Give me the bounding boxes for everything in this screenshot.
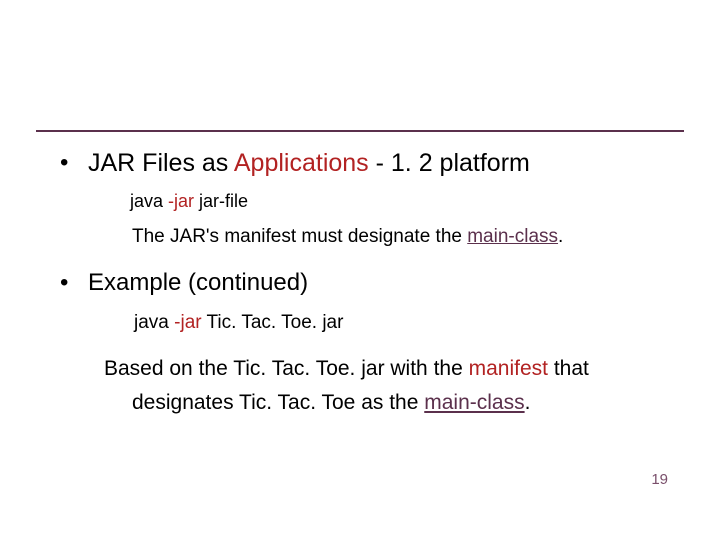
bullet-1-text: JAR Files as Applications - 1. 2 platfor… [88,148,530,178]
subline-command-2: java -jar Tic. Tac. Toe. jar [134,310,670,336]
bullet-marker: • [60,148,88,178]
text-fragment: Tic. Tac. Toe. jar [202,312,344,333]
text-fragment: Based on the Tic. Tac. Toe. jar with the [104,357,469,380]
subline-command-1: java -jar jar-file [130,188,670,214]
content-area: • JAR Files as Applications - 1. 2 platf… [60,148,670,420]
subline-manifest-note: The JAR's manifest must designate the ma… [132,224,670,250]
text-fragment: JAR Files as [88,149,234,177]
paragraph-line-2: designates Tic. Tac. Toe as the main-cla… [104,386,660,420]
page-number: 19 [651,471,668,488]
text-fragment: designates Tic. Tac. Toe as the [132,391,424,414]
text-fragment: The JAR's manifest must designate the [132,226,467,247]
bullet-2: • Example (continued) [60,268,670,298]
text-fragment: . [525,391,531,414]
emphasis-underline: main-class [467,226,558,247]
text-fragment: java [130,191,168,211]
text-fragment: that [548,357,589,380]
emphasis-underline: main-class [424,391,524,414]
text-fragment: . [558,226,563,247]
text-fragment: java [134,312,174,333]
bullet-2-text: Example (continued) [88,268,308,298]
slide: • JAR Files as Applications - 1. 2 platf… [0,0,720,540]
text-fragment: - 1. 2 platform [369,149,530,177]
text-fragment: jar-file [194,191,248,211]
bullet-marker: • [60,268,88,298]
flag-text: -jar [174,312,201,333]
emphasis-text: manifest [469,357,548,380]
divider-line [36,130,684,132]
flag-text: -jar [168,191,194,211]
explanation-paragraph: Based on the Tic. Tac. Toe. jar with the… [104,352,660,420]
emphasis-text: Applications [234,149,369,177]
bullet-1: • JAR Files as Applications - 1. 2 platf… [60,148,670,178]
